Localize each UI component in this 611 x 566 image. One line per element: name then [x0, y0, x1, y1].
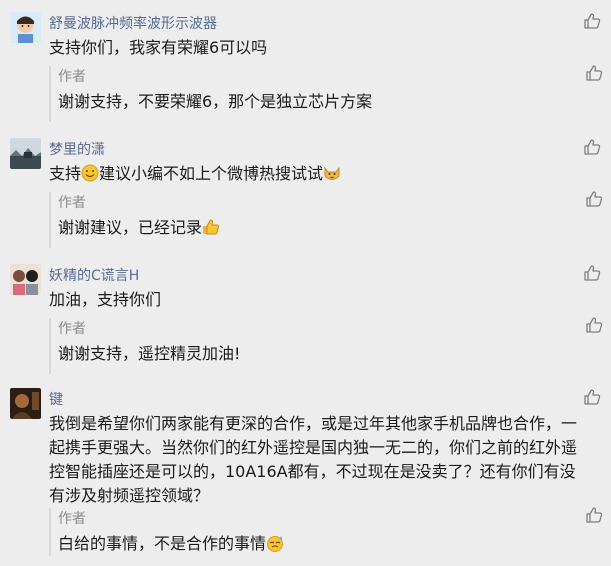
comment-item: 键 我倒是希望你们两家能有更深的合作，或是过年其他家手机品牌也合作，一 起携手更… [0, 388, 611, 560]
comment-item: 妖精的C谎言H 加油，支持你们 作者 谢谢支持，遥控精灵加油! [0, 264, 611, 376]
sweat-emoji-icon [267, 536, 284, 552]
reply-author: 作者 [58, 69, 86, 85]
content-line: 我倒是希望你们两家能有更深的合作，或是过年其他家手机品牌也合作，一 [49, 414, 578, 433]
comment-item: 梦里的潇 支持 建议小编不如上个微博热搜试试 作者 谢谢建议，已经记录 [0, 138, 611, 250]
avatar[interactable] [10, 264, 41, 295]
comment-content: 我倒是希望你们两家能有更深的合作，或是过年其他家手机品牌也合作，一 起携手更强大… [49, 412, 599, 508]
avatar[interactable] [10, 138, 41, 169]
thumbs-up-emoji-icon [203, 219, 220, 235]
like-icon[interactable] [585, 506, 603, 524]
author-reply: 作者 谢谢建议，已经记录 [49, 192, 611, 248]
content-line: 有涉及射频遥控领域？ [49, 486, 210, 505]
like-icon[interactable] [583, 264, 601, 282]
reply-text: 谢谢支持，遥控精灵加油! [58, 344, 241, 363]
like-icon[interactable] [583, 138, 601, 156]
reply-author: 作者 [58, 511, 86, 527]
reply-text-part: 白给的事情，不是合作的事情 [58, 534, 267, 553]
content-line: 控智能插座还是可以的，10A16A都有，不过现在是没卖了？还有你们有没 [49, 462, 576, 481]
comment-nickname[interactable]: 梦里的潇 [49, 139, 105, 159]
reply-text: 谢谢支持，不要荣耀6，那个是独立芯片方案 [58, 92, 373, 111]
author-reply: 作者 谢谢支持，遥控精灵加油! [49, 318, 611, 374]
comment-content: 加油，支持你们 [49, 290, 162, 309]
like-icon[interactable] [583, 12, 601, 30]
comment-nickname[interactable]: 舒曼波脉冲频率波形示波器 [49, 13, 217, 33]
reply-author: 作者 [58, 195, 86, 211]
like-icon[interactable] [585, 64, 603, 82]
reply-text: 白给的事情，不是合作的事情 [58, 532, 588, 556]
content-part: 支持 [49, 164, 82, 183]
comment-item: 舒曼波脉冲频率波形示波器 支持你们，我家有荣耀6可以吗 作者 谢谢支持，不要荣耀… [0, 12, 611, 124]
author-reply: 作者 谢谢支持，不要荣耀6，那个是独立芯片方案 [49, 66, 611, 122]
avatar[interactable] [10, 388, 41, 419]
reply-author: 作者 [58, 321, 86, 337]
content-part: 建议小编不如上个微博热搜试试 [99, 164, 324, 183]
smile-emoji-icon [81, 164, 99, 182]
cat-emoji-icon [324, 166, 340, 180]
comment-content: 支持你们，我家有荣耀6可以吗 [49, 38, 268, 57]
like-icon[interactable] [583, 388, 601, 406]
author-reply: 作者 白给的事情，不是合作的事情 [49, 508, 611, 556]
reply-text-part: 谢谢建议，已经记录 [58, 218, 203, 237]
like-icon[interactable] [585, 190, 603, 208]
comment-content: 支持 建议小编不如上个微博热搜试试 [49, 162, 599, 186]
comment-nickname[interactable]: 键 [49, 389, 63, 409]
content-line: 起携手更强大。当然你们的红外遥控是国内独一无二的，你们之前的红外遥 [49, 438, 578, 457]
comment-nickname[interactable]: 妖精的C谎言H [49, 265, 139, 285]
avatar[interactable] [10, 12, 41, 43]
like-icon[interactable] [585, 316, 603, 334]
reply-text: 谢谢建议，已经记录 [58, 216, 588, 240]
